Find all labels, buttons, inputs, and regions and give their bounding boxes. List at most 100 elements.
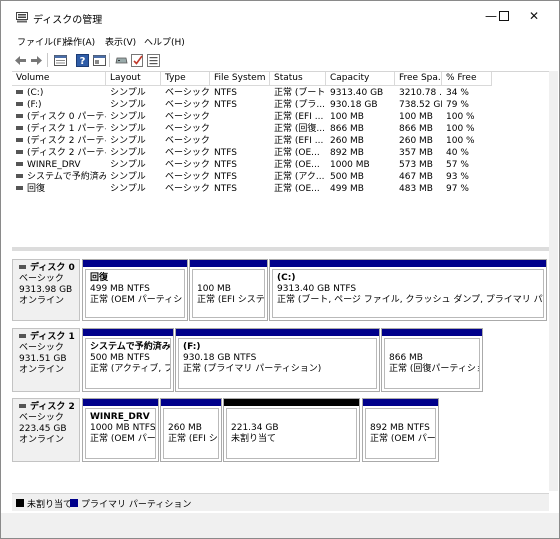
volume-icon xyxy=(16,138,23,142)
disk-management-icon xyxy=(16,12,28,23)
partition-body: 866 MB正常 (回復パーティション) xyxy=(384,338,480,389)
volume-row[interactable]: システムで予約済み ... シンプル ベーシック NTFS 正常 (アク... 500 M… xyxy=(12,171,549,183)
partition-name xyxy=(231,412,352,423)
menu-bar: ファイル(F) 操作(A) 表示(V) ヘルプ(H) xyxy=(1,33,559,49)
back-arrow-icon[interactable] xyxy=(12,52,28,68)
volume-row[interactable]: WINRE_DRV シンプル ベーシック NTFS 正常 (OE... 1000 MB 57… xyxy=(12,159,549,171)
disk-label[interactable]: ディスク 1 ベーシック 931.51 GB オンライン xyxy=(12,328,80,392)
partition-type-bar xyxy=(190,260,267,267)
disk-label[interactable]: ディスク 0 ベーシック 9313.98 GB オンライン xyxy=(12,259,80,321)
vertical-scrollbar[interactable] xyxy=(549,71,558,491)
disk-status: オンライン xyxy=(19,435,65,445)
volume-icon xyxy=(16,114,23,118)
volume-row[interactable]: 回復 シンプル ベーシック NTFS 正常 (OE... 499 MB 483 MB 97 % xyxy=(12,183,549,195)
column-header[interactable]: Free Spa... xyxy=(395,72,442,86)
volume-row[interactable]: (ディスク 1 パーティシ... シンプル ベーシック 正常 (回復... 866 MB… xyxy=(12,123,549,135)
volume-cell: ベーシック xyxy=(165,112,210,122)
volume-cell: (ディスク 0 パーティ... xyxy=(12,111,106,123)
volume-cell: ベーシック xyxy=(165,100,210,110)
partition-status: 正常 (回復パーティション) xyxy=(389,364,479,374)
partition-type-bar xyxy=(83,329,173,336)
check-icon[interactable] xyxy=(129,52,145,68)
partition-body: 221.34 GB 未割り当て xyxy=(226,408,357,459)
disk-icon[interactable] xyxy=(113,52,129,68)
volume-cell: 260 MB xyxy=(330,136,364,146)
volume-cell: シンプル xyxy=(110,100,146,110)
volume-cell: 57 % xyxy=(446,160,469,170)
partition[interactable]: 221.34 GB 未割り当て xyxy=(223,398,360,462)
disk-management-window: ディスクの管理 — ✕ ファイル(F) 操作(A) 表示(V) ヘルプ(H) ? xyxy=(0,0,560,539)
legend-primary-label: プライマリ パーティション xyxy=(81,500,192,510)
partition-body: 100 MB正常 (EFI システム パ xyxy=(192,269,265,318)
disk-icon xyxy=(19,404,26,408)
partition[interactable]: システムで予約済み (D500 MB NTFS正常 (アクティブ, プライマ xyxy=(82,328,174,392)
volume-cell: 3210.78 ... xyxy=(399,88,442,98)
column-header[interactable]: Capacity xyxy=(326,72,395,86)
partition-type-bar xyxy=(382,329,482,336)
column-header[interactable]: Volume xyxy=(12,72,106,86)
partition[interactable]: (C:) 9313.40 GB NTFS 正常 (ブート, ページ ファイル, クラ… xyxy=(269,259,547,321)
partition-type-bar xyxy=(270,260,546,267)
volume-cell: 260 MB xyxy=(399,136,433,146)
partition-name xyxy=(168,412,214,423)
column-header[interactable]: Type xyxy=(161,72,210,86)
volume-row[interactable]: (ディスク 2 パーティシ... シンプル ベーシック NTFS 正常 (OE... 89… xyxy=(12,147,549,159)
menu-file[interactable]: ファイル(F) xyxy=(17,35,65,48)
status-bar xyxy=(1,513,559,538)
volume-cell: WINRE_DRV xyxy=(12,159,106,171)
volume-cell xyxy=(210,123,270,135)
partition[interactable]: 866 MB正常 (回復パーティション) xyxy=(381,328,483,392)
svg-text:?: ? xyxy=(79,56,85,67)
partition-name: (F:) xyxy=(183,342,201,352)
volume-cell: 97 % xyxy=(446,184,469,194)
partition-status: 未割り当て xyxy=(231,434,277,444)
disk-name: ディスク 0 xyxy=(30,263,75,273)
partition[interactable]: 892 MB NTFS正常 (OEM パーティ xyxy=(362,398,439,462)
column-header[interactable]: Status xyxy=(270,72,326,86)
close-button[interactable]: ✕ xyxy=(512,1,556,31)
volume-cell: (ディスク 1 パーティシ... xyxy=(12,123,106,135)
partition[interactable]: WINRE_DRV1000 MB NTFS正常 (OEM パーティ xyxy=(82,398,159,462)
volume-cell: シンプル xyxy=(110,160,146,170)
menu-view[interactable]: 表示(V) xyxy=(105,35,136,48)
partition[interactable]: (F:) 930.18 GB NTFS 正常 (プライマリ パーティション) xyxy=(175,328,380,392)
volume-row[interactable]: (C:) シンプル ベーシック NTFS 正常 (ブート... 9313.40 GB 321… xyxy=(12,87,549,99)
volume-name: (ディスク 2 パーティシ... xyxy=(27,148,106,158)
properties-icon[interactable] xyxy=(52,52,68,68)
forward-arrow-icon[interactable] xyxy=(28,52,44,68)
toolbar-separator xyxy=(109,53,110,67)
help-icon[interactable]: ? xyxy=(74,52,90,68)
partition-status: 正常 (プライマリ パーティション) xyxy=(183,364,322,374)
partition-size: 221.34 GB xyxy=(231,423,279,433)
column-header[interactable]: File System xyxy=(210,72,270,86)
column-header[interactable]: Layout xyxy=(106,72,161,86)
partition-size: 9313.40 GB NTFS xyxy=(277,284,357,294)
disk-name: ディスク 2 xyxy=(30,402,75,412)
partition-type-bar xyxy=(83,260,187,267)
partition[interactable]: 100 MB正常 (EFI システム パ xyxy=(189,259,268,321)
volume-row[interactable]: (ディスク 0 パーティ... シンプル ベーシック 正常 (EFI ... 100 M… xyxy=(12,111,549,123)
volume-cell: 100 MB xyxy=(399,112,433,122)
volume-cell: 正常 (OE... xyxy=(274,160,320,170)
disk-label[interactable]: ディスク 2 ベーシック 223.45 GB オンライン xyxy=(12,398,80,462)
partition-size: 930.18 GB NTFS xyxy=(183,353,257,363)
volume-row[interactable]: (ディスク 2 パーティシ... シンプル ベーシック 正常 (EFI ... 260 … xyxy=(12,135,549,147)
partition-body: (F:) 930.18 GB NTFS 正常 (プライマリ パーティション) xyxy=(178,338,377,389)
volume-cell: 930.18 GB xyxy=(330,100,378,110)
toolbar-separator xyxy=(47,53,48,67)
volume-cell: 483 MB xyxy=(399,184,433,194)
menu-help[interactable]: ヘルプ(H) xyxy=(144,35,185,48)
settings-icon[interactable] xyxy=(145,52,161,68)
partition[interactable]: 回復499 MB NTFS正常 (OEM パーティション) xyxy=(82,259,188,321)
window-title: ディスクの管理 xyxy=(33,15,103,26)
partition[interactable]: 260 MB正常 (EFI シス xyxy=(160,398,222,462)
disk-type: ベーシック xyxy=(19,274,64,284)
volume-cell: (C:) xyxy=(12,87,106,99)
volume-name: (F:) xyxy=(27,100,42,110)
console-icon[interactable] xyxy=(91,52,107,68)
volume-row[interactable]: (F:) シンプル ベーシック NTFS 正常 (プラ... 930.18 GB 738.5… xyxy=(12,99,549,111)
partition-body: 回復499 MB NTFS正常 (OEM パーティション) xyxy=(85,269,185,318)
column-header[interactable]: % Free xyxy=(442,72,492,86)
volume-cell: 9313.40 GB xyxy=(330,88,384,98)
menu-action[interactable]: 操作(A) xyxy=(64,35,95,48)
